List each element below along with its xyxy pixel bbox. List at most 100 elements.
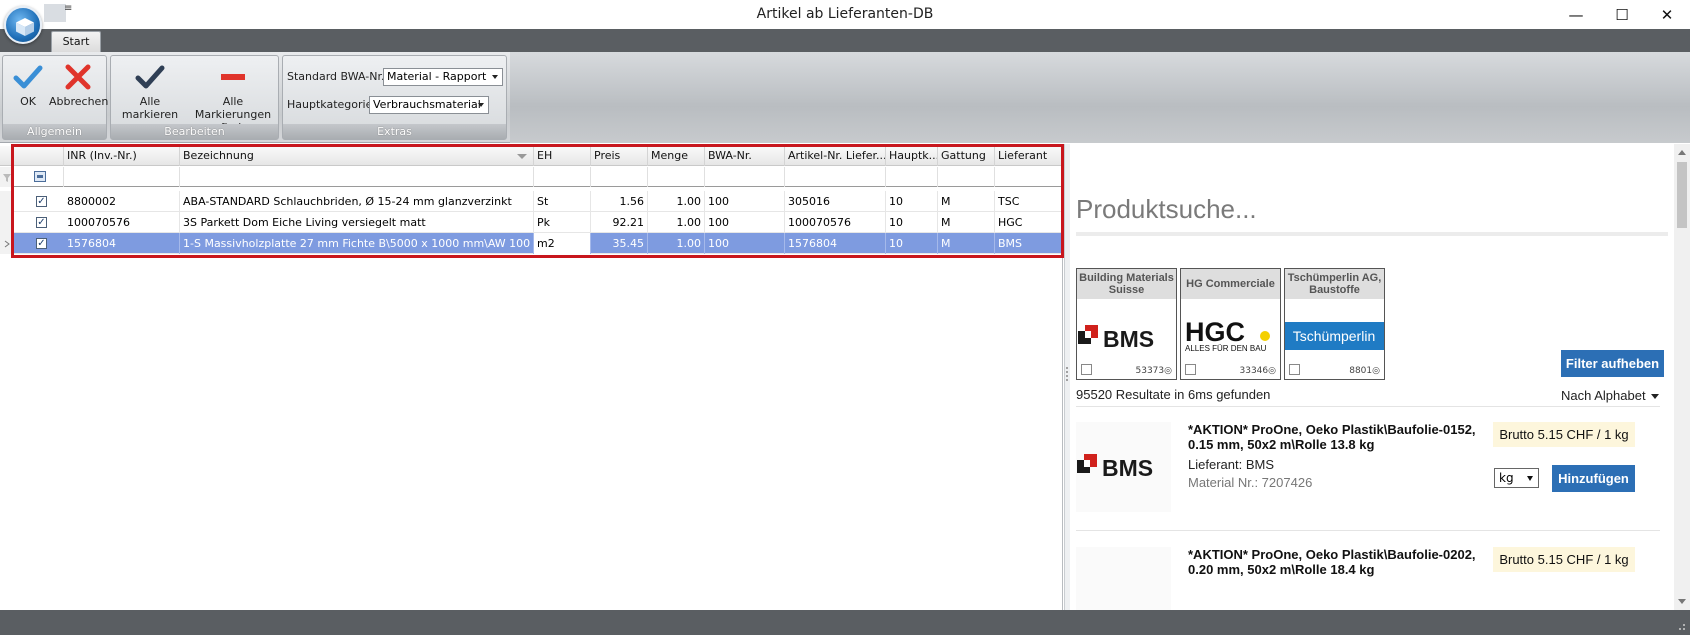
cell-preis: 35.45 <box>591 233 648 254</box>
supplier-count: 8801◎ <box>1349 366 1380 376</box>
product-search-title[interactable]: Produktsuche... <box>1076 194 1257 225</box>
kategorie-label: Hauptkategorie: <box>287 98 377 111</box>
grid-header-bwa[interactable]: BWA-Nr. <box>705 146 785 166</box>
grid-filter-row <box>0 167 1063 187</box>
scroll-thumb[interactable] <box>1677 162 1687 228</box>
filter-bwa[interactable] <box>705 167 785 187</box>
add-button[interactable]: Hinzufügen <box>1552 465 1635 492</box>
filter-bezeichnung[interactable] <box>180 167 534 187</box>
supplier-count: 33346◎ <box>1239 366 1277 376</box>
grid-header-inr[interactable]: INR (Inv.-Nr.) <box>64 146 180 166</box>
product-bms-logo: BMS <box>1076 422 1171 512</box>
row-indicator-current <box>0 233 14 254</box>
tab-start[interactable]: Start <box>51 31 101 52</box>
table-row[interactable]: ✓ 100070576 3S Parkett Dom Eiche Living … <box>0 212 1063 233</box>
cell-inr: 100070576 <box>64 212 180 233</box>
filter-eh[interactable] <box>534 167 591 187</box>
cell-inr: 1576804 <box>64 233 180 254</box>
row-checkbox[interactable]: ✓ <box>36 196 47 207</box>
grid-header-artnr[interactable]: Artikel-Nr. Liefer... <box>785 146 886 166</box>
filter-gattung[interactable] <box>938 167 995 187</box>
close-button[interactable]: ✕ <box>1644 0 1690 29</box>
product-card: BMS *AKTION* ProOne, Oeko Plastik\Baufol… <box>1076 422 1660 522</box>
row-checkbox[interactable]: ✓ <box>36 217 47 228</box>
product-supplier: Lieferant: BMS <box>1188 457 1274 472</box>
supplier-card-bms[interactable]: Building Materials Suisse BMS 53373◎ <box>1076 268 1177 380</box>
grid-header-gattung[interactable]: Gattung <box>938 146 995 166</box>
cell-bwa: 100 <box>705 233 785 254</box>
grid-header-preis[interactable]: Preis <box>591 146 648 166</box>
cell-preis: 1.56 <box>591 191 648 212</box>
ribbon-background <box>510 52 1690 143</box>
filter-inr[interactable] <box>64 167 180 187</box>
unit-select[interactable]: kg <box>1494 468 1539 488</box>
divider <box>1076 530 1660 531</box>
chevron-down-icon <box>1650 394 1659 400</box>
filter-preis[interactable] <box>591 167 648 187</box>
bwa-select[interactable]: Material - Rapport <box>383 68 503 86</box>
bwa-value: Material - Rapport <box>387 70 487 83</box>
filter-select-toggle[interactable] <box>14 167 64 187</box>
chevron-down-icon <box>478 103 484 107</box>
cancel-button[interactable]: Abbrechen <box>49 58 108 108</box>
cell-menge: 1.00 <box>648 191 705 212</box>
supplier-filter-checkbox[interactable] <box>1185 364 1196 375</box>
title-bar: ≡ Artikel ab Lieferanten-DB — ☐ ✕ <box>0 0 1690 29</box>
maximize-button[interactable]: ☐ <box>1599 0 1645 29</box>
bms-logo: BMS <box>1077 321 1176 353</box>
row-checkbox[interactable]: ✓ <box>36 238 47 249</box>
table-row-selected[interactable]: ✓ 1576804 1-S Massivholzplatte 27 mm Fic… <box>0 233 1063 254</box>
cell-lieferant: TSC <box>995 191 1063 212</box>
grid-header-lieferant[interactable]: Lieferant <box>995 146 1063 166</box>
row-indicator <box>0 191 14 212</box>
mark-all-button[interactable]: Alle markieren <box>115 58 185 121</box>
grid-header-indicator <box>0 146 14 166</box>
vertical-scrollbar[interactable] <box>1674 144 1690 610</box>
cell-artnr: 305016 <box>785 191 886 212</box>
cell-lieferant: BMS <box>995 233 1063 254</box>
cell-gattung: M <box>938 191 995 212</box>
supplier-name: HG Commerciale <box>1181 269 1280 299</box>
grid-header-hauptkategorie[interactable]: Hauptk... <box>886 146 938 166</box>
filter-menge[interactable] <box>648 167 705 187</box>
sort-dropdown[interactable]: Nach Alphabet <box>1561 388 1659 403</box>
grid-header-bezeichnung[interactable]: Bezeichnung <box>180 146 534 166</box>
cell-hauptkategorie: 10 <box>886 233 938 254</box>
svg-text:Tschümperlin: Tschümperlin <box>1293 328 1375 344</box>
cell-eh: Pk <box>534 212 591 233</box>
filter-hauptkategorie[interactable] <box>886 167 938 187</box>
resize-grip-icon[interactable] <box>1676 621 1686 631</box>
filter-icon <box>0 167 14 187</box>
ribbon-group-extras: Standard BWA-Nr.: Material - Rapport Hau… <box>282 55 507 140</box>
supplier-name: Building Materials Suisse <box>1077 269 1176 299</box>
filter-artnr[interactable] <box>785 167 886 187</box>
filter-reset-button[interactable]: Filter aufheben <box>1561 350 1664 377</box>
scroll-down-icon[interactable] <box>1678 599 1686 604</box>
supplier-filter-checkbox[interactable] <box>1289 364 1300 375</box>
supplier-filter-checkbox[interactable] <box>1081 364 1092 375</box>
divider <box>1076 406 1660 407</box>
minimize-button[interactable]: — <box>1553 0 1599 29</box>
supplier-card-hgc[interactable]: HG Commerciale HGC ALLES FÜR DEN BAU 333… <box>1180 268 1281 380</box>
cell-eh-focused[interactable]: m2 <box>534 233 591 254</box>
search-underline <box>1076 232 1668 236</box>
scroll-up-icon[interactable] <box>1678 150 1686 155</box>
grid-header-menge[interactable]: Menge <box>648 146 705 166</box>
ribbon-group-bearbeiten: Alle markieren Alle Markierungen aufhebe… <box>110 55 279 140</box>
cell-bezeichnung: ABA-STANDARD Schlauchbriden, Ø 15-24 mm … <box>180 191 534 212</box>
cell-artnr: 1576804 <box>785 233 886 254</box>
filter-lieferant[interactable] <box>995 167 1063 187</box>
product-title[interactable]: *AKTION* ProOne, Oeko Plastik\Baufolie-0… <box>1188 547 1488 577</box>
grid-header-select[interactable] <box>14 146 64 166</box>
table-row[interactable]: ✓ 8800002 ABA-STANDARD Schlauchbriden, Ø… <box>0 191 1063 212</box>
unmark-all-button[interactable]: Alle Markierungen aufheben <box>187 58 279 134</box>
kategorie-select[interactable]: Verbrauchsmaterial <box>369 96 489 114</box>
app-cube-icon[interactable] <box>4 6 42 44</box>
product-title[interactable]: *AKTION* ProOne, Oeko Plastik\Baufolie-0… <box>1188 422 1488 452</box>
checkmark-icon <box>13 65 43 89</box>
product-logo <box>1076 547 1171 610</box>
supplier-card-tschuemperlin[interactable]: Tschümperlin AG, Baustoffe Tschümperlin 8… <box>1284 268 1385 380</box>
ok-button[interactable]: OK <box>7 58 49 108</box>
grid-header-eh[interactable]: EH <box>534 146 591 166</box>
close-x-icon <box>65 64 91 90</box>
